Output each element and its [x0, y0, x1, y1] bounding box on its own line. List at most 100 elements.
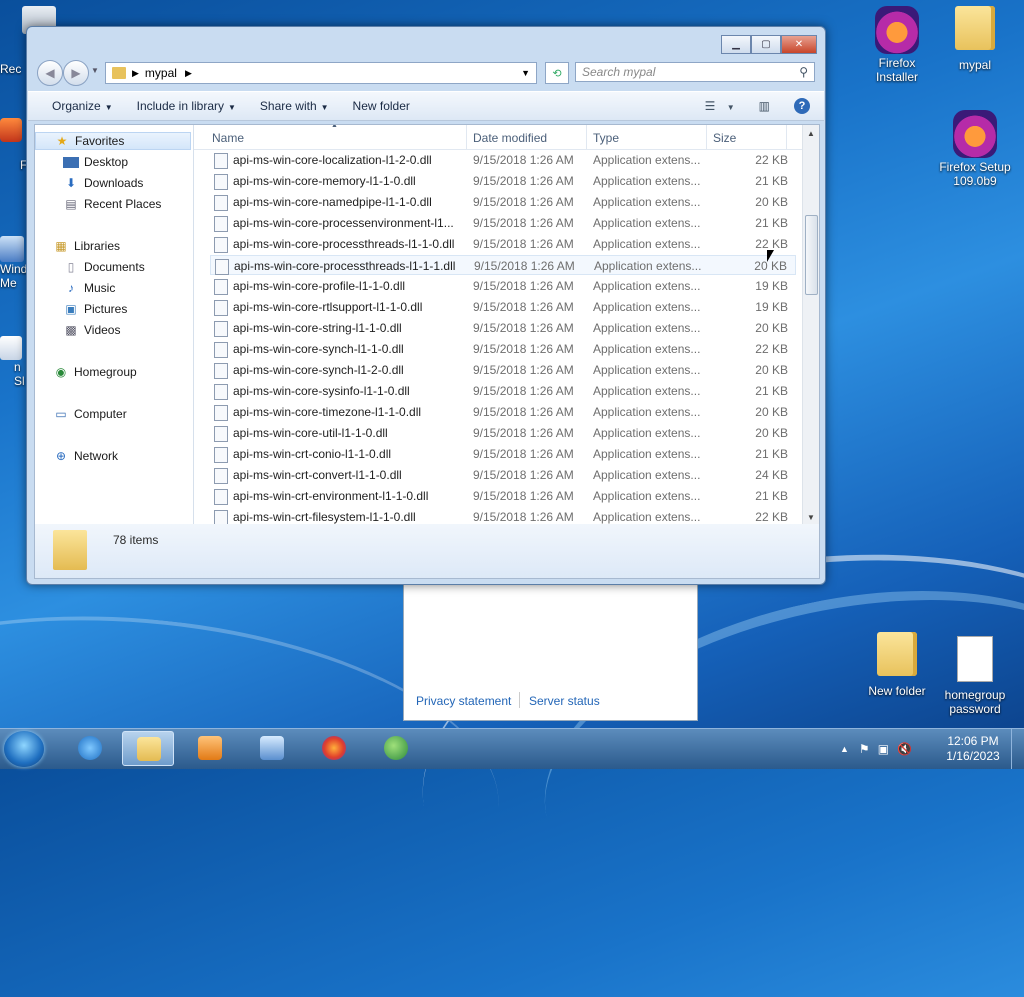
address-field[interactable]: ▶ mypal ▶ ▼ — [105, 62, 537, 84]
volume-muted-icon[interactable]: 🔇 — [897, 742, 912, 756]
taskbar-media-player[interactable] — [184, 731, 236, 766]
address-bar-row: ◀ ▶ ▼ ▶ mypal ▶ ▼ ⟲ Search mypal ⚲ — [35, 60, 817, 86]
address-dropdown-icon[interactable]: ▼ — [521, 68, 530, 78]
table-row[interactable]: api-ms-win-crt-filesystem-l1-1-0.dll 9/15… — [210, 507, 796, 525]
nav-pictures[interactable]: ▣ Pictures — [63, 300, 127, 318]
share-with-button[interactable]: Share with ▼ — [248, 99, 341, 113]
minimize-button[interactable]: ▁ — [721, 35, 751, 54]
nav-desktop[interactable]: Desktop — [63, 153, 128, 171]
view-options-button[interactable]: ☰ ▼ — [693, 99, 747, 113]
column-separator[interactable] — [466, 125, 467, 149]
dll-file-icon — [214, 153, 228, 169]
table-row[interactable]: api-ms-win-core-util-l1-1-0.dll 9/15/2018… — [210, 423, 796, 443]
nav-libraries[interactable]: ▦ Libraries — [53, 237, 120, 255]
desktop-edge-shortcut-3[interactable]: n Sl — [0, 336, 28, 388]
desktop-icon-new-folder[interactable]: New folder — [860, 632, 934, 698]
table-row[interactable]: api-ms-win-core-synch-l1-2-0.dll 9/15/201… — [210, 360, 796, 380]
table-row[interactable]: api-ms-win-core-synch-l1-1-0.dll 9/15/201… — [210, 339, 796, 359]
breadcrumb-separator-icon[interactable]: ▶ — [185, 68, 192, 79]
start-button[interactable] — [4, 731, 44, 767]
desktop-icon-firefox-installer[interactable]: Firefox Installer — [860, 6, 934, 84]
nav-homegroup[interactable]: ◉ Homegroup — [53, 363, 137, 381]
taskbar-firefox[interactable] — [308, 731, 360, 766]
server-status-link[interactable]: Server status — [529, 694, 600, 708]
breadcrumb-mypal[interactable]: mypal — [145, 66, 177, 80]
file-date: 9/15/2018 1:26 AM — [473, 300, 574, 314]
desktop-icon-mypal[interactable]: mypal — [938, 6, 1012, 72]
close-button[interactable]: ✕ — [781, 35, 817, 54]
new-folder-button[interactable]: New folder — [341, 99, 422, 113]
table-row[interactable]: api-ms-win-core-processenvironment-l1...… — [210, 213, 796, 233]
table-row[interactable]: api-ms-win-crt-conio-l1-1-0.dll 9/15/2018… — [210, 444, 796, 464]
table-row[interactable]: api-ms-win-crt-environment-l1-1-0.dll 9/1… — [210, 486, 796, 506]
maximize-button[interactable]: ▢ — [751, 35, 781, 54]
table-row[interactable]: api-ms-win-core-localization-l1-2-0.dll 9… — [210, 150, 796, 170]
desktop-icon-homegroup-password[interactable]: homegroup password — [938, 636, 1012, 716]
network-tray-icon[interactable]: ▣ — [878, 742, 889, 756]
nav-music[interactable]: ♪ Music — [63, 279, 115, 297]
back-button[interactable]: ◀ — [37, 60, 63, 86]
nav-recent-places[interactable]: ▤ Recent Places — [63, 195, 161, 213]
breadcrumb-separator-icon[interactable]: ▶ — [132, 68, 139, 79]
recent-pages-chevron-icon[interactable]: ▼ — [91, 66, 99, 75]
file-size: 20 KB — [755, 363, 788, 377]
nav-network[interactable]: ⊕ Network — [53, 447, 118, 465]
desktop-edge-shortcut-1[interactable]: F — [0, 118, 27, 172]
taskbar-clock[interactable]: 12:06 PM 1/16/2023 — [940, 734, 1006, 764]
search-input[interactable]: Search mypal ⚲ — [575, 62, 815, 82]
desktop-icon-firefox-setup[interactable]: Firefox Setup 109.0b9 — [938, 110, 1012, 188]
file-type: Application extens... — [593, 447, 701, 461]
forward-button[interactable]: ▶ — [63, 60, 89, 86]
nav-computer[interactable]: ▭ Computer — [53, 405, 126, 423]
nav-downloads[interactable]: ⬇ Downloads — [63, 174, 143, 192]
vertical-scrollbar[interactable]: ▲ ▼ — [802, 125, 819, 525]
scroll-up-icon[interactable]: ▲ — [803, 125, 819, 141]
table-row[interactable]: api-ms-win-core-memory-l1-1-0.dll 9/15/20… — [210, 171, 796, 191]
folder-icon — [877, 632, 917, 676]
table-row[interactable]: api-ms-win-core-sysinfo-l1-1-0.dll 9/15/2… — [210, 381, 796, 401]
table-row[interactable]: api-ms-win-core-processthreads-l1-1-0.dl… — [210, 234, 796, 254]
file-size: 20 KB — [755, 321, 788, 335]
table-row[interactable]: api-ms-win-core-rtlsupport-l1-1-0.dll 9/1… — [210, 297, 796, 317]
column-header-type[interactable]: Type — [593, 131, 619, 145]
column-header-date[interactable]: Date modified — [473, 131, 547, 145]
scroll-down-icon[interactable]: ▼ — [803, 509, 819, 525]
table-row[interactable]: api-ms-win-core-string-l1-1-0.dll 9/15/20… — [210, 318, 796, 338]
column-header-name[interactable]: Name — [212, 131, 244, 145]
include-in-library-button[interactable]: Include in library ▼ — [125, 99, 248, 113]
organize-button[interactable]: Organize ▼ — [28, 99, 125, 113]
table-row[interactable]: api-ms-win-core-timezone-l1-1-0.dll 9/15/… — [210, 402, 796, 422]
refresh-button[interactable]: ⟲ — [545, 62, 569, 84]
table-row[interactable]: api-ms-win-core-namedpipe-l1-1-0.dll 9/15… — [210, 192, 796, 212]
taskbar-control-panel[interactable] — [246, 731, 298, 766]
privacy-statement-link[interactable]: Privacy statement — [416, 694, 511, 708]
dll-file-icon — [214, 468, 228, 484]
file-date: 9/15/2018 1:26 AM — [473, 468, 574, 482]
taskbar-internet-explorer[interactable] — [64, 731, 116, 766]
show-hidden-icons-icon[interactable]: ▲ — [840, 744, 849, 754]
nav-documents[interactable]: ▯ Documents — [63, 258, 145, 276]
show-desktop-button[interactable] — [1011, 729, 1024, 769]
taskbar-explorer[interactable] — [122, 731, 174, 766]
column-separator[interactable] — [706, 125, 707, 149]
preview-pane-button[interactable]: ▥ — [747, 99, 782, 113]
nav-videos[interactable]: ▩ Videos — [63, 321, 120, 339]
chevron-down-icon: ▼ — [320, 103, 329, 112]
table-row[interactable]: api-ms-win-crt-convert-l1-1-0.dll 9/15/20… — [210, 465, 796, 485]
file-size: 21 KB — [755, 174, 788, 188]
nav-label: Recent Places — [84, 197, 162, 211]
file-name: api-ms-win-core-synch-l1-1-0.dll — [233, 342, 404, 356]
file-date: 9/15/2018 1:26 AM — [473, 384, 574, 398]
action-center-flag-icon[interactable]: ⚑ — [859, 742, 870, 756]
column-separator[interactable] — [586, 125, 587, 149]
table-row[interactable]: api-ms-win-core-processthreads-l1-1-1.dl… — [210, 255, 796, 275]
help-button[interactable]: ? — [782, 98, 824, 114]
column-header-size[interactable]: Size — [713, 131, 736, 145]
scroll-thumb[interactable] — [805, 215, 818, 295]
nav-favorites[interactable]: ★ Favorites — [35, 132, 191, 150]
search-icon[interactable]: ⚲ — [799, 65, 808, 79]
desktop-edge-shortcut-2[interactable]: Wind Me — [0, 236, 28, 290]
column-separator[interactable] — [786, 125, 787, 149]
table-row[interactable]: api-ms-win-core-profile-l1-1-0.dll 9/15/2… — [210, 276, 796, 296]
taskbar-users[interactable] — [370, 731, 422, 766]
